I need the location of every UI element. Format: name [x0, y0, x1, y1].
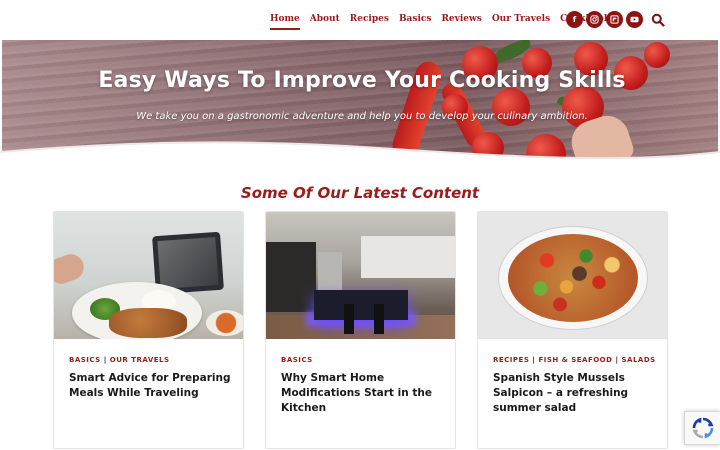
nav-recipes[interactable]: Recipes — [350, 14, 389, 30]
category-link[interactable]: RECIPES — [493, 356, 529, 364]
hero-subtitle: We take you on a gastronomic adventure a… — [136, 111, 588, 122]
category-link[interactable]: BASICS — [281, 356, 313, 364]
nav-about[interactable]: About — [310, 14, 340, 30]
post-thumbnail[interactable] — [478, 212, 667, 339]
post-categories: RECIPES | FISH & SEAFOOD | SALADS — [493, 356, 656, 364]
recaptcha-badge[interactable] — [684, 411, 720, 445]
youtube-icon[interactable] — [626, 11, 643, 28]
post-thumbnail[interactable] — [54, 212, 243, 339]
recaptcha-icon — [692, 417, 713, 439]
category-link[interactable]: OUR TRAVELS — [110, 356, 170, 364]
post-card[interactable]: BASICS | OUR TRAVELS Smart Advice for Prep… — [53, 211, 244, 449]
section-title: Some Of Our Latest Content — [240, 184, 480, 202]
category-link[interactable]: FISH & SEAFOOD — [538, 356, 612, 364]
facebook-glyph: f — [572, 15, 577, 24]
category-link[interactable]: BASICS — [69, 356, 101, 364]
hero-wave-divider — [0, 141, 720, 170]
nav-reviews[interactable]: Reviews — [441, 14, 481, 30]
search-icon[interactable] — [651, 13, 665, 27]
post-categories: BASICS — [281, 356, 313, 364]
nav-our-travels[interactable]: Our Travels — [492, 14, 550, 30]
hero-title: Easy Ways To Improve Your Cooking Skills — [98, 68, 626, 93]
facebook-icon[interactable]: f — [566, 11, 583, 28]
site-header: Home About Recipes Basics Reviews Our Tr… — [0, 0, 720, 40]
post-title[interactable]: Smart Advice for Preparing Meals While T… — [69, 371, 234, 401]
nav-home[interactable]: Home — [270, 14, 300, 30]
post-card[interactable]: BASICS Why Smart Home Modifications Star… — [265, 211, 456, 449]
post-thumbnail[interactable] — [266, 212, 455, 339]
hero-tomato-image — [644, 42, 670, 68]
post-card[interactable]: RECIPES | FISH & SEAFOOD | SALADS Spanish St… — [477, 211, 668, 449]
instagram-icon[interactable] — [586, 11, 603, 28]
category-link[interactable]: SALADS — [622, 356, 656, 364]
post-title[interactable]: Spanish Style Mussels Salpicon – a refre… — [493, 371, 658, 416]
social-links: f — [566, 11, 646, 28]
post-categories: BASICS | OUR TRAVELS — [69, 356, 170, 364]
flipboard-icon[interactable] — [606, 11, 623, 28]
nav-basics[interactable]: Basics — [399, 14, 431, 30]
post-title[interactable]: Why Smart Home Modifications Start in th… — [281, 371, 446, 416]
